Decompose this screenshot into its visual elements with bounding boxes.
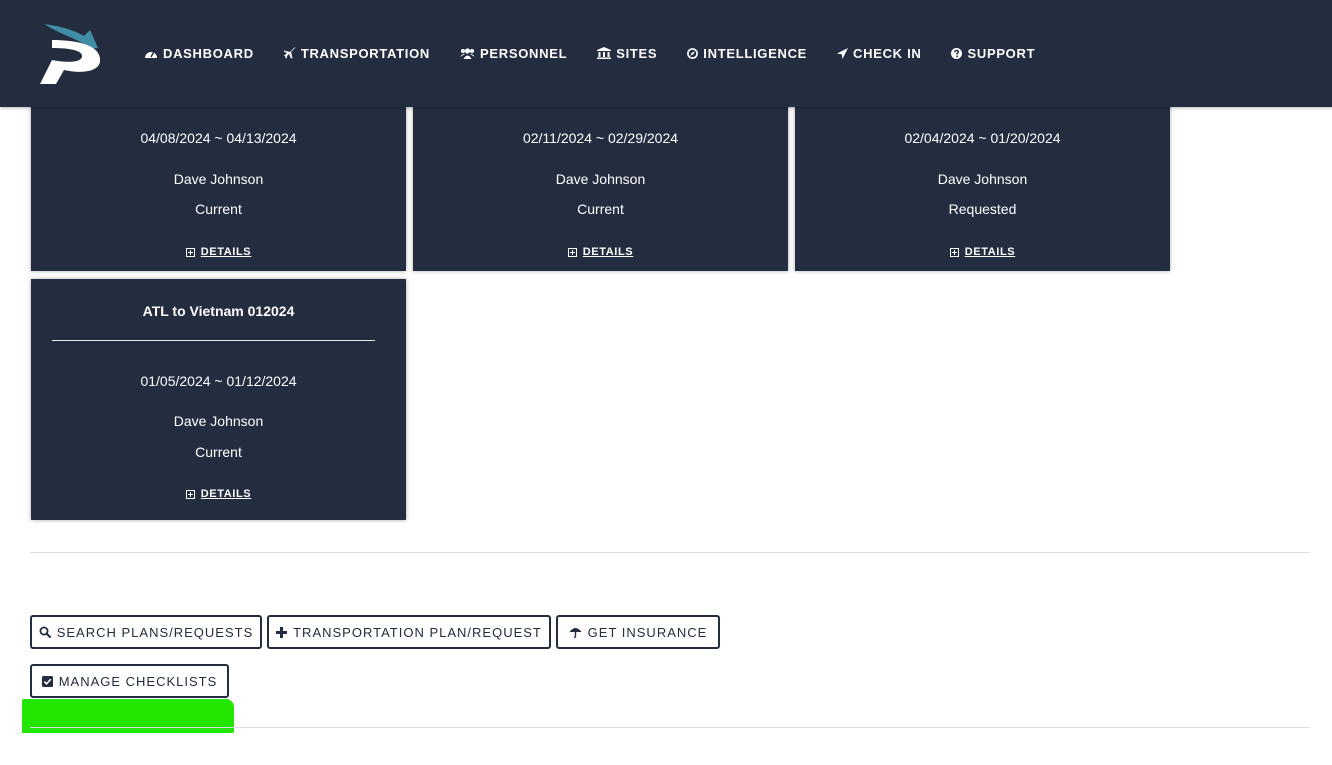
card-dates: 02/11/2024 ~ 02/29/2024: [522, 130, 679, 146]
main-nav: DASHBOARD TRANSPORTATION PERSONNEL SITES…: [144, 44, 1065, 62]
section-divider: [30, 727, 1309, 728]
details-label: DETAILS: [582, 246, 634, 258]
transportation-plan-button[interactable]: TRANSPORTATION PLAN/REQUEST: [267, 615, 551, 649]
search-plans-button[interactable]: SEARCH PLANS/REQUESTS: [30, 615, 262, 649]
app-logo[interactable]: [38, 20, 104, 86]
card-person: Dave Johnson: [173, 413, 264, 429]
question-circle-icon: [951, 47, 963, 59]
get-insurance-label: GET INSURANCE: [587, 624, 708, 640]
details-label: DETAILS: [200, 246, 252, 258]
manage-checklists-label: MANAGE CHECKLISTS: [58, 673, 218, 689]
nav-label: CHECK IN: [853, 45, 922, 61]
nav-label: SUPPORT: [967, 45, 1036, 61]
card-dates: 02/04/2024 ~ 01/20/2024: [904, 130, 1061, 146]
plus-square-icon: [949, 247, 959, 257]
nav-item-transportation[interactable]: TRANSPORTATION: [283, 44, 431, 62]
card-divider: [52, 340, 375, 341]
nav-label: SITES: [616, 45, 658, 61]
card-status: Requested: [948, 201, 1017, 217]
nav-label: PERSONNEL: [480, 45, 568, 61]
nav-label: TRANSPORTATION: [300, 45, 431, 61]
details-link[interactable]: DETAILS: [31, 246, 406, 258]
plus-icon: [276, 626, 288, 638]
search-icon: [39, 626, 51, 638]
nav-item-intelligence[interactable]: INTELLIGENCE: [687, 44, 807, 62]
card-dates: 01/05/2024 ~ 01/12/2024: [140, 373, 297, 389]
nav-label: DASHBOARD: [163, 45, 254, 61]
card-status: Current: [195, 201, 242, 217]
details-link[interactable]: DETAILS: [31, 488, 406, 500]
compass-icon: [687, 47, 699, 59]
dashboard-icon: [145, 51, 157, 58]
card-status: Current: [195, 444, 242, 460]
umbrella-icon: [569, 628, 582, 638]
building-icon: [597, 47, 612, 59]
main-content: 04/08/2024 ~ 04/13/2024 Dave Johnson Cur…: [0, 0, 1332, 765]
top-navbar: DASHBOARD TRANSPORTATION PERSONNEL SITES…: [0, 0, 1332, 107]
details-label: DETAILS: [200, 488, 252, 500]
card-person: Dave Johnson: [173, 171, 264, 187]
plus-square-icon: [567, 247, 577, 257]
section-divider: [30, 552, 1309, 553]
check-square-icon: [41, 675, 53, 687]
location-arrow-icon: [837, 47, 849, 59]
plane-icon: [283, 47, 296, 59]
details-link[interactable]: DETAILS: [795, 246, 1170, 258]
card-title: ATL to Vietnam 012024: [142, 303, 295, 319]
transportation-plan-label: TRANSPORTATION PLAN/REQUEST: [293, 624, 542, 640]
card-person: Dave Johnson: [937, 171, 1028, 187]
nav-item-dashboard[interactable]: DASHBOARD: [144, 44, 254, 62]
get-insurance-button[interactable]: GET INSURANCE: [556, 615, 720, 649]
nav-item-support[interactable]: SUPPORT: [951, 44, 1035, 62]
plus-square-icon: [185, 247, 195, 257]
card-status: Current: [577, 201, 624, 217]
card-person: Dave Johnson: [555, 171, 646, 187]
search-plans-label: SEARCH PLANS/REQUESTS: [56, 624, 254, 640]
manage-checklists-button[interactable]: MANAGE CHECKLISTS: [30, 664, 229, 698]
nav-item-sites[interactable]: SITES: [597, 44, 657, 62]
nav-item-check-in[interactable]: CHECK IN: [837, 44, 921, 62]
nav-item-personnel[interactable]: PERSONNEL: [460, 44, 567, 62]
plus-square-icon: [185, 489, 195, 499]
details-label: DETAILS: [964, 246, 1016, 258]
users-icon: [460, 47, 476, 59]
details-link[interactable]: DETAILS: [413, 246, 788, 258]
card-dates: 04/08/2024 ~ 04/13/2024: [140, 130, 297, 146]
plan-card: ATL to Vietnam 012024 01/05/2024 ~ 01/12…: [31, 279, 406, 520]
nav-label: INTELLIGENCE: [703, 45, 808, 61]
